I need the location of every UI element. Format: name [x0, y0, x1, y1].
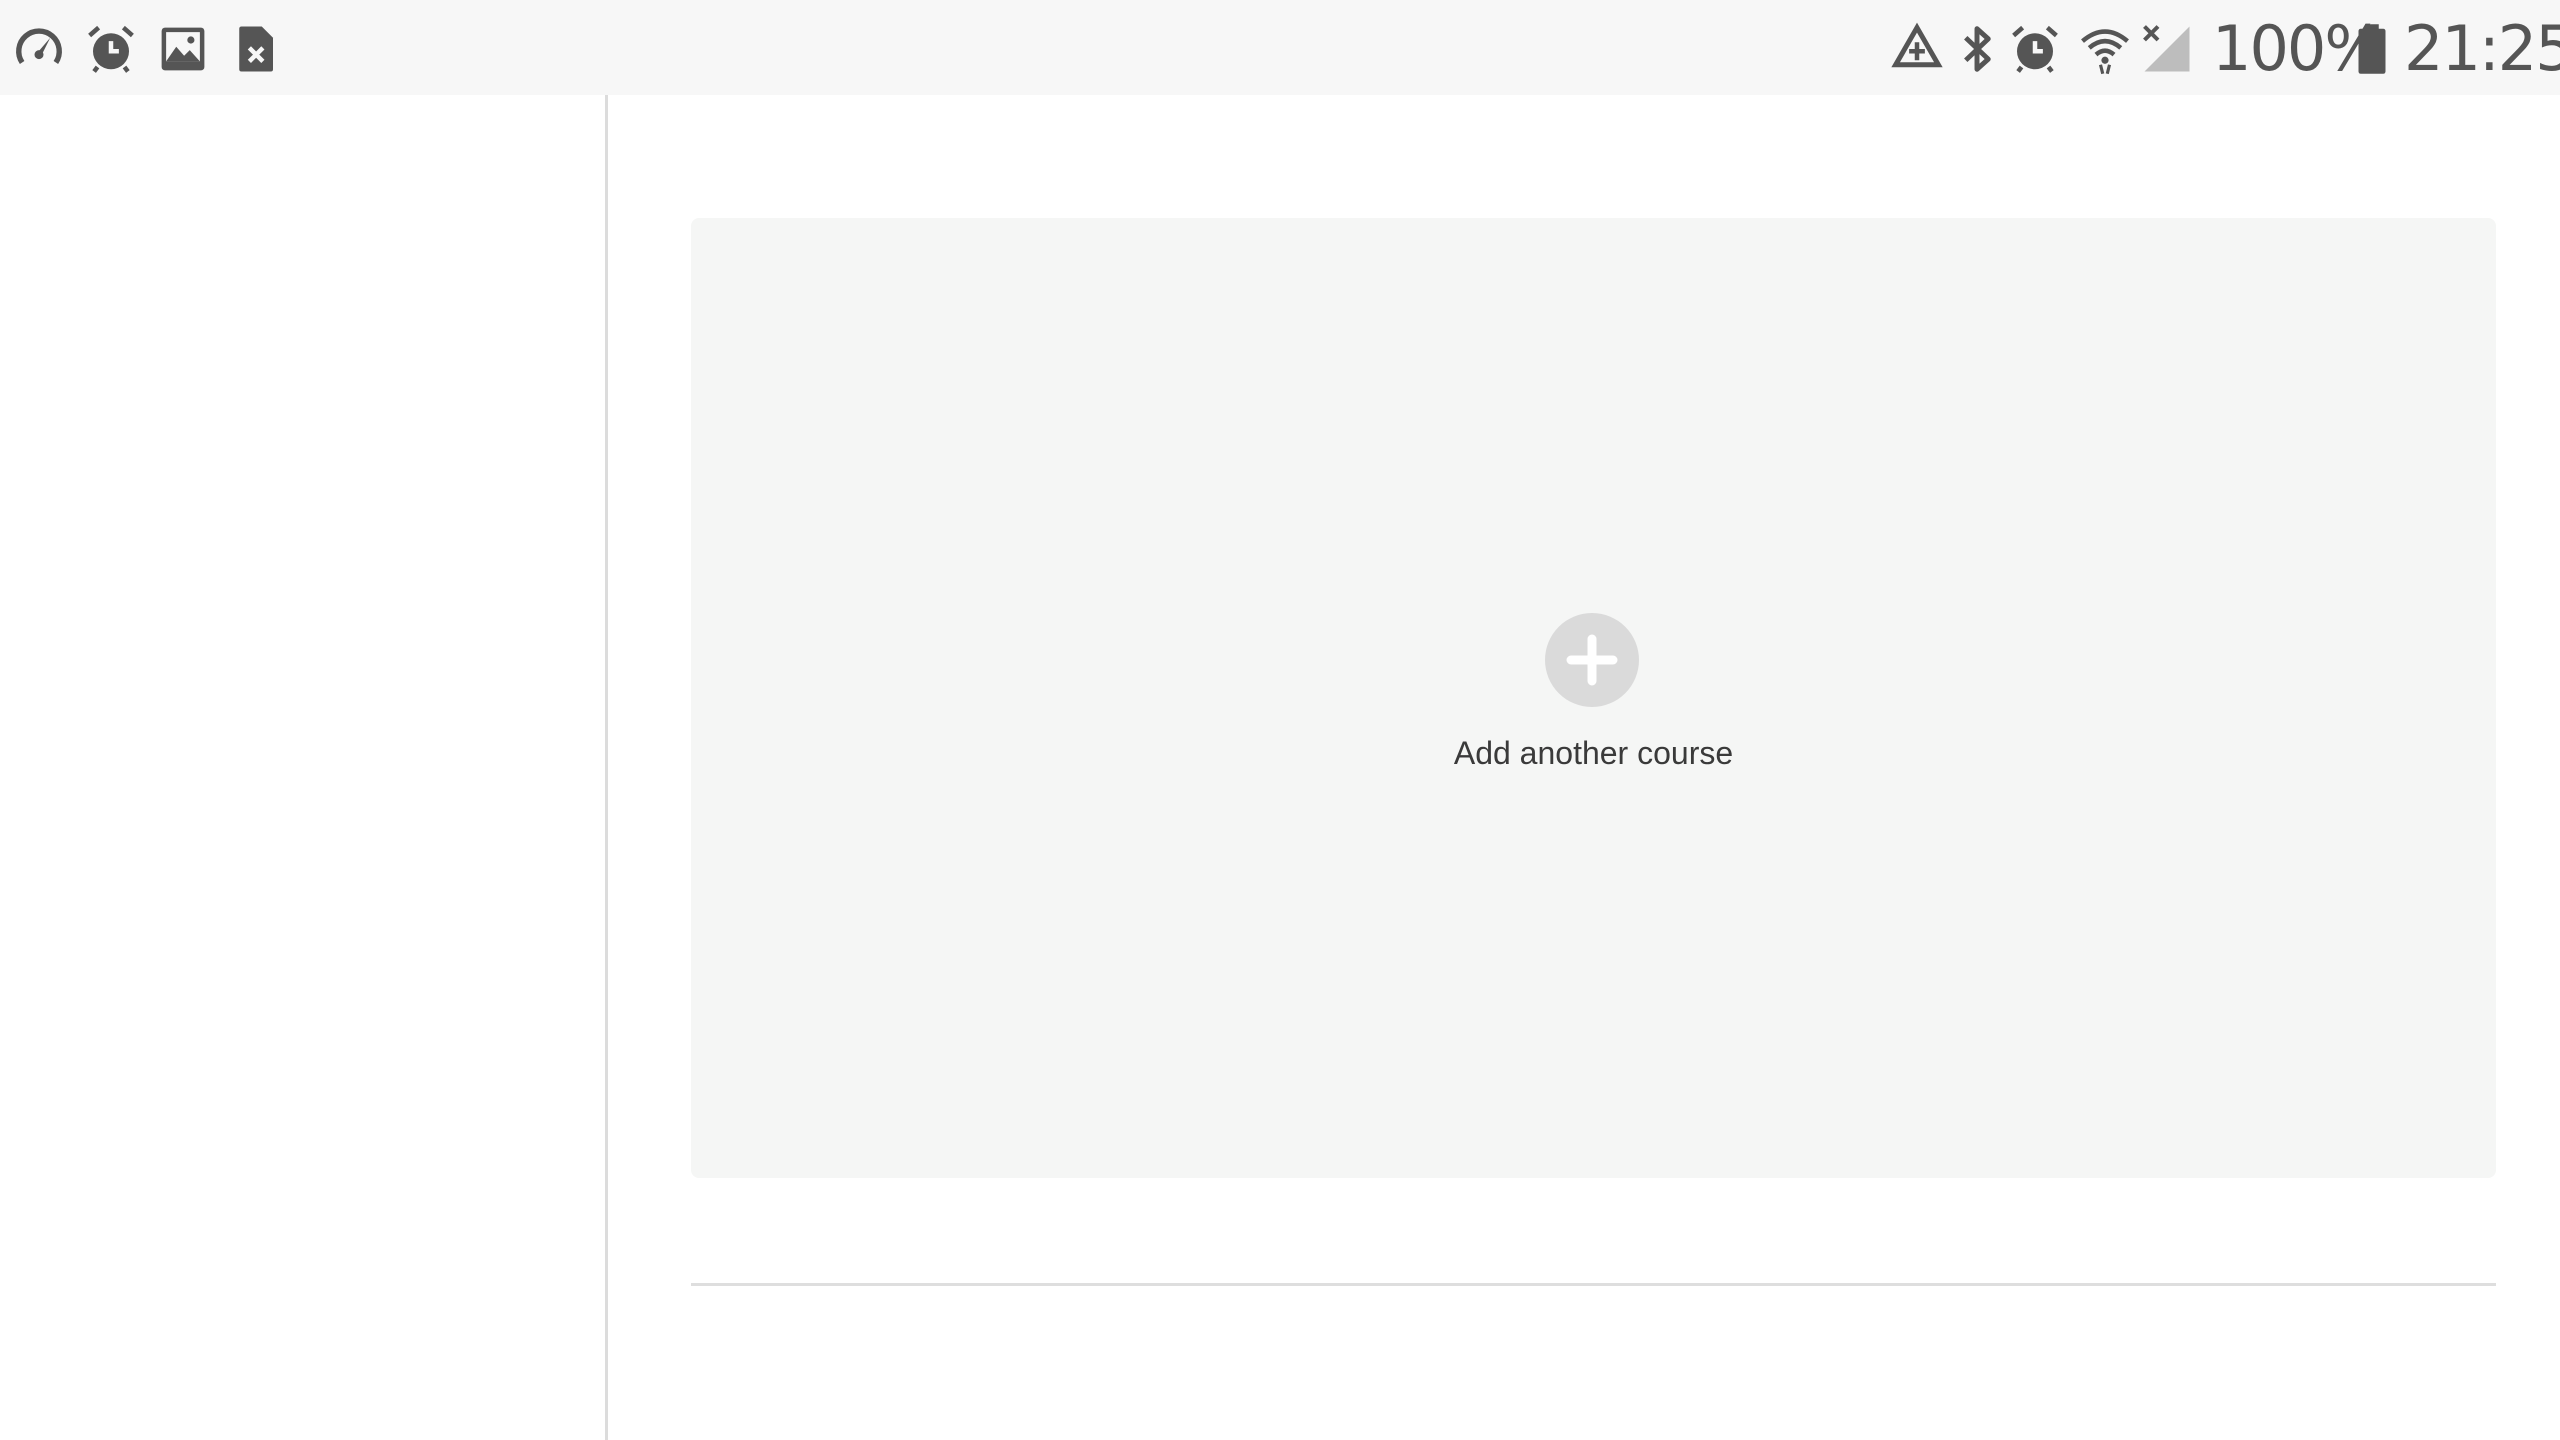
image-icon: [156, 22, 210, 76]
status-bar: 100% 21:25: [0, 0, 2560, 95]
bluetooth-icon: [1950, 22, 2004, 76]
battery-icon: [2352, 22, 2392, 76]
divider: [691, 1283, 2496, 1286]
wifi-icon: [2078, 22, 2132, 76]
speedometer-icon: [12, 22, 66, 76]
add-course-card[interactable]: Add another course: [691, 218, 2496, 1178]
main-content: Add another course: [608, 95, 2560, 1440]
sidebar: [0, 95, 608, 1440]
clock: 21:25: [2404, 12, 2560, 85]
alarm-icon: [84, 22, 138, 76]
add-course-label: Add another course: [1453, 735, 1734, 771]
data-saver-icon: [1890, 22, 1944, 76]
no-signal-icon: [2140, 22, 2194, 76]
add-icon[interactable]: [1545, 613, 1639, 707]
alarm-icon-right: [2008, 22, 2062, 76]
sim-card-error-icon: [228, 22, 282, 76]
